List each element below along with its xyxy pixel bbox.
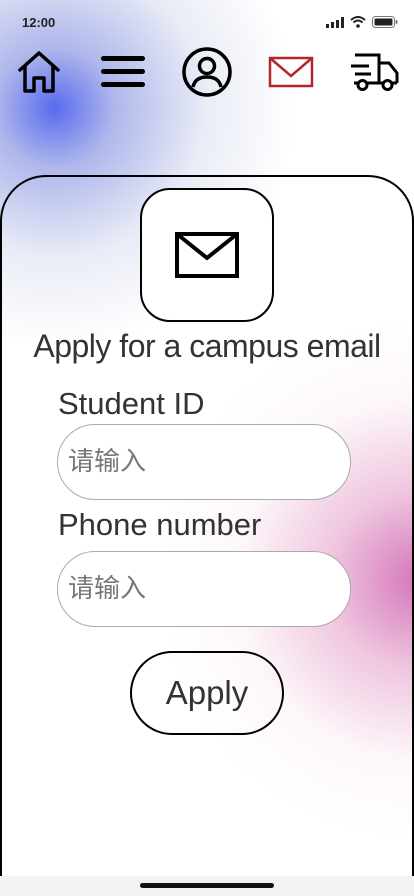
status-icons	[326, 16, 398, 28]
home-icon[interactable]	[13, 46, 65, 98]
student-id-input[interactable]	[57, 424, 351, 500]
wifi-icon	[350, 16, 366, 28]
mail-icon[interactable]	[265, 46, 317, 98]
delivery-truck-icon[interactable]	[349, 46, 401, 98]
student-id-label: Student ID	[58, 386, 205, 421]
form-title: Apply for a campus email	[33, 328, 381, 364]
top-nav	[0, 46, 414, 102]
home-indicator[interactable]	[140, 883, 274, 888]
cellular-signal-icon	[326, 16, 344, 28]
email-icon-box	[140, 188, 274, 322]
menu-icon[interactable]	[97, 46, 149, 98]
phone-input[interactable]	[57, 551, 351, 627]
status-time: 12:00	[22, 14, 56, 30]
apply-button[interactable]: Apply	[130, 651, 284, 735]
profile-icon[interactable]	[181, 46, 233, 98]
battery-icon	[372, 16, 398, 28]
phone-label: Phone number	[58, 507, 262, 542]
status-bar: 12:00	[0, 0, 414, 44]
envelope-icon	[175, 232, 239, 278]
